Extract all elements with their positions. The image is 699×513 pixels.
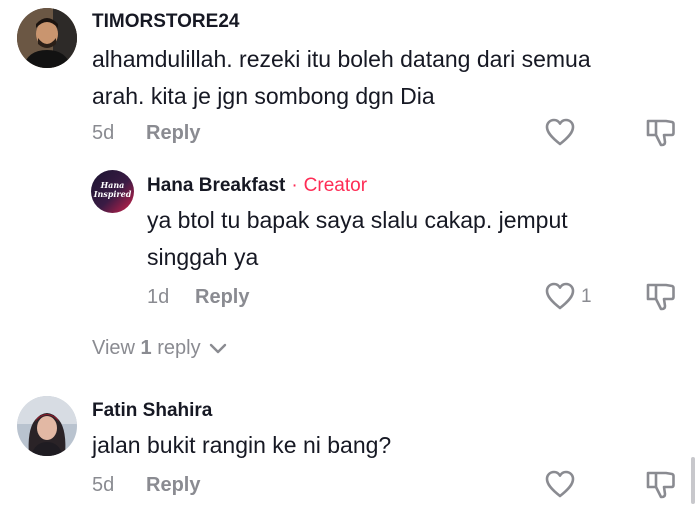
comment-text: jalan bukit rangin ke ni bang? <box>92 427 391 464</box>
view-replies-button[interactable]: View 1 reply <box>92 337 227 360</box>
reply-button[interactable]: Reply <box>195 286 249 309</box>
comment-text-line: ya btol tu bapak saya slalu cakap. jempu… <box>147 207 568 233</box>
like-count: 1 <box>581 286 592 307</box>
thumbs-down-outline-icon[interactable] <box>644 469 676 499</box>
comment-text-line: jalan bukit rangin ke ni bang? <box>92 432 392 458</box>
separator-dot: · <box>291 175 298 196</box>
comment-text-line: alhamdulillah. rezeki itu boleh datang d… <box>92 46 591 72</box>
heart-outline-icon[interactable] <box>544 117 576 147</box>
avatar-logo-text: Hana Inspired <box>91 181 134 199</box>
view-replies-suffix: reply <box>151 337 201 359</box>
comment-username[interactable]: TIMORSTORE24 <box>92 11 239 33</box>
chevron-down-icon <box>209 343 227 353</box>
thumbs-down-outline-icon[interactable] <box>644 117 676 147</box>
view-replies-prefix: View <box>92 337 141 359</box>
comment-text-line: singgah ya <box>147 244 259 270</box>
scrollbar[interactable] <box>691 457 695 504</box>
thumbs-down-outline-icon[interactable] <box>644 281 676 311</box>
avatar[interactable] <box>17 8 77 68</box>
comment-timestamp: 5d <box>92 474 115 496</box>
comment-timestamp: 1d <box>147 286 170 308</box>
heart-outline-icon[interactable] <box>544 281 576 311</box>
comment-text: alhamdulillah. rezeki itu boleh datang d… <box>92 41 591 115</box>
creator-badge: Creator <box>303 175 368 196</box>
reply-button[interactable]: Reply <box>146 122 200 145</box>
comment-timestamp: 5d <box>92 122 115 144</box>
heart-outline-icon[interactable] <box>544 469 576 499</box>
avatar[interactable] <box>17 396 77 456</box>
comment-text: ya btol tu bapak saya slalu cakap. jempu… <box>147 202 568 276</box>
avatar-logo-line: Inspired <box>93 189 132 199</box>
username-text[interactable]: Hana Breakfast <box>147 175 285 196</box>
reply-button[interactable]: Reply <box>146 474 200 497</box>
comment-text-line: arah. kita je jgn sombong dgn Dia <box>92 83 435 109</box>
comment-username[interactable]: Hana Breakfast · Creator <box>147 175 367 197</box>
comment-username[interactable]: Fatin Shahira <box>92 400 212 422</box>
view-replies-count: 1 <box>140 337 152 359</box>
